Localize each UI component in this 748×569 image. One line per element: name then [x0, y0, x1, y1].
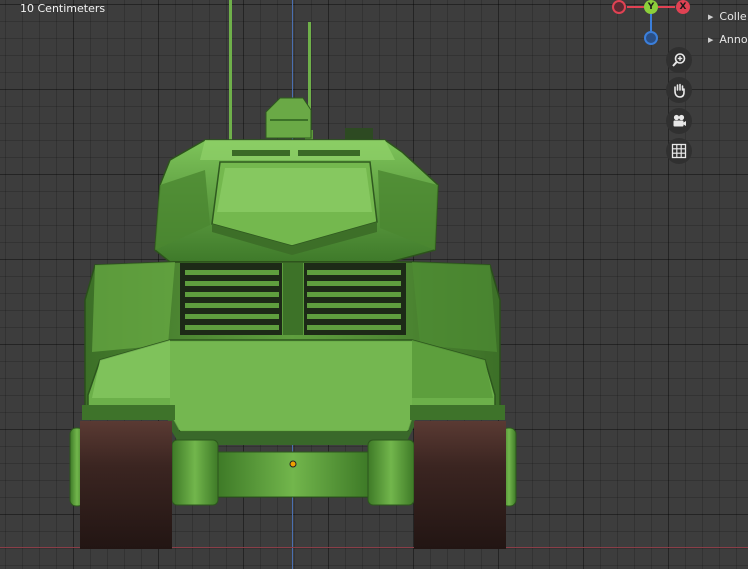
- front-axle: [217, 451, 369, 498]
- outliner-item-collection[interactable]: ▶ Colle: [708, 10, 747, 23]
- gizmo-neg-x[interactable]: [612, 0, 626, 14]
- object-origin[interactable]: [289, 460, 297, 468]
- camera-icon: [673, 114, 686, 127]
- outliner-item-label: Colle: [719, 10, 747, 23]
- camera-view-button[interactable]: [666, 108, 692, 134]
- track-left: [80, 421, 172, 549]
- expand-triangle-icon[interactable]: ▶: [708, 13, 713, 21]
- track-right: [414, 421, 506, 549]
- commander-cupola: [265, 97, 312, 139]
- wheel-left: [171, 439, 219, 506]
- grid-icon: [671, 143, 687, 159]
- 3d-viewport[interactable]: 10 Centimeters Y X ▶ Colle ▶ Anno: [0, 0, 748, 569]
- expand-triangle-icon[interactable]: ▶: [708, 36, 713, 44]
- outliner-item-label: Anno: [719, 33, 748, 46]
- outliner-item-annotations[interactable]: ▶ Anno: [708, 33, 748, 46]
- gizmo-x[interactable]: X: [676, 0, 690, 14]
- hand-icon: [674, 83, 685, 98]
- antenna-left: [229, 0, 232, 150]
- navigation-gizmo[interactable]: Y X: [600, 0, 700, 50]
- gizmo-z[interactable]: [644, 31, 658, 45]
- gizmo-y[interactable]: Y: [644, 0, 658, 14]
- ortho-toggle-button[interactable]: [666, 138, 692, 164]
- zoom-button[interactable]: [666, 47, 692, 73]
- wheel-right: [367, 439, 415, 506]
- tank-model[interactable]: [0, 0, 748, 569]
- zoom-icon: [672, 53, 686, 67]
- pan-button[interactable]: [666, 77, 692, 103]
